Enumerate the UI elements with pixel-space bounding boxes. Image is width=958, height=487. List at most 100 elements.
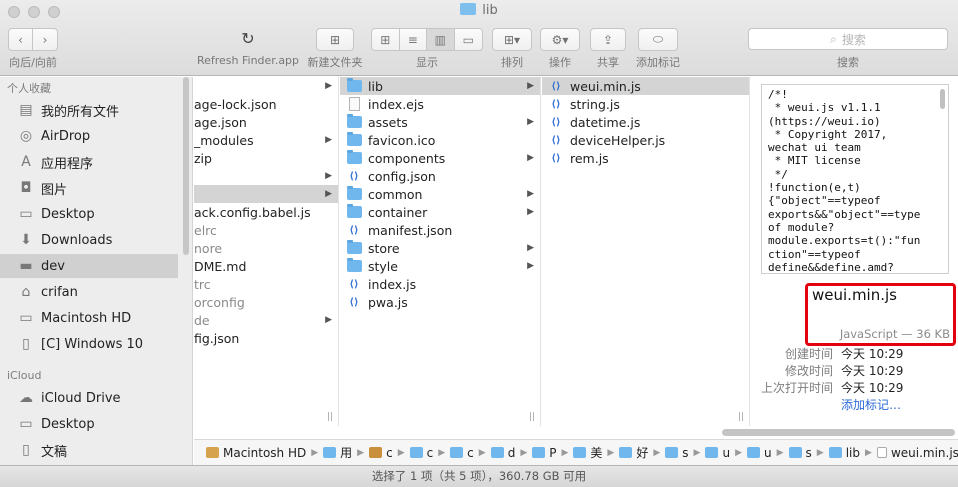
file-row[interactable]: ⟨⟩ weui.min.js [542,77,749,95]
path-segment[interactable]: 好 [619,444,648,461]
path-segment[interactable]: s [788,446,812,460]
file-row[interactable]: style ▶ [340,257,540,275]
share-label: 共享 [597,56,619,69]
file-row[interactable]: orconfig [194,293,338,311]
path-segment[interactable]: P [532,446,556,460]
sidebar-item[interactable]: ▭ Macintosh HD [0,306,178,330]
gallery-view-button[interactable]: ▭ [455,29,482,50]
file-row[interactable]: ⟨⟩ manifest.json [340,221,540,239]
list-view-button[interactable]: ≡ [400,29,427,50]
path-segment[interactable]: 用 [323,444,352,461]
chevron-right-icon: ▶ [325,171,332,181]
file-row[interactable]: index.ejs [340,95,540,113]
sidebar-item[interactable]: A 应用程序 [0,150,178,174]
sidebar-item[interactable]: ▯ [C] Windows 10 [0,332,178,356]
code-text: /*! * weui.js v1.1.1 (https://weui.io) *… [768,88,921,274]
refresh-finder-button[interactable]: ↻ [236,27,260,50]
path-segment[interactable]: u [747,446,772,460]
column-resize-handle[interactable]: || [529,412,535,422]
file-row[interactable]: age-lock.json [194,95,338,113]
action-button[interactable]: ⚙▾ [540,28,580,51]
document-icon: ▯ [22,336,30,352]
file-row[interactable]: favicon.ico [340,131,540,149]
path-segment[interactable]: c [409,446,433,460]
icloud-header: iCloud [7,369,42,382]
icon-view-button[interactable]: ⊞ [372,29,400,50]
sidebar-item[interactable]: ▤ 我的所有文件 [0,98,178,122]
file-row[interactable]: container ▶ [340,203,540,221]
chevron-left-icon: ‹ [18,32,23,47]
sidebar-item[interactable]: ▯ 文稿 [0,438,178,462]
window-title: lib [0,3,958,18]
path-segment[interactable]: c [450,446,474,460]
sidebar-item[interactable]: ◘ 图片 [0,176,178,200]
file-row[interactable]: ▶ [194,185,338,203]
horizontal-scrollbar[interactable] [722,429,955,436]
arrange-label: 排列 [501,56,523,69]
sidebar-item[interactable]: ▭ Desktop [0,412,178,436]
path-segment[interactable]: lib [828,446,860,460]
chevron-right-icon: ▶ [527,117,534,127]
file-row[interactable]: ⟨⟩ string.js [542,95,749,113]
back-button[interactable]: ‹ [9,29,34,50]
tags-button[interactable]: ⬭ [638,28,678,51]
file-row[interactable]: ⟨⟩ pwa.js [340,293,540,311]
file-row[interactable]: DME.md [194,257,338,275]
sidebar-item-label: 我的所有文件 [41,104,120,120]
sidebar-item[interactable]: ⬇ Downloads [0,228,178,252]
forward-button[interactable]: › [33,29,57,50]
file-row[interactable]: ack.config.babel.js [194,203,338,221]
column-resize-handle[interactable]: || [738,412,744,422]
search-input[interactable]: ⌕ 搜索 [748,28,948,50]
desktop-icon: ▭ [19,416,33,432]
folder-icon: ▬ [19,258,33,274]
path-segment[interactable]: 美 [573,444,602,461]
file-row[interactable]: ⟨⟩ config.json [340,167,540,185]
path-segment[interactable]: u [705,446,730,460]
file-row[interactable]: ⟨⟩ rem.js [542,149,749,167]
column-view-button[interactable]: ▥ [427,29,455,50]
sidebar-item[interactable]: ⌂ crifan [0,280,178,304]
file-row[interactable]: ⟨⟩ index.js [340,275,540,293]
file-row[interactable]: assets ▶ [340,113,540,131]
code-scrollbar[interactable] [940,89,945,109]
sidebar-item[interactable]: ◎ AirDrop [0,124,178,148]
file-row[interactable]: ⟨⟩ datetime.js [542,113,749,131]
add-tags-link[interactable]: 添加标记… [841,396,901,413]
sidebar-item-label: Desktop [41,206,95,222]
file-row[interactable]: store ▶ [340,239,540,257]
file-row[interactable]: zip [194,149,338,167]
sidebar-scrollbar[interactable] [183,77,189,255]
file-row[interactable]: age.json [194,113,338,131]
path-segment[interactable]: weui.min.js [876,446,958,460]
column-resize-handle[interactable]: || [327,412,333,422]
sidebar-item[interactable]: ☁ iCloud Drive [0,386,178,410]
new-folder-button[interactable]: ⊞ [316,28,354,51]
path-segment[interactable]: c [369,446,393,460]
file-row[interactable]: fig.json [194,329,338,347]
file-row[interactable]: ▶ [194,167,338,185]
code-preview[interactable]: /*! * weui.js v1.1.1 (https://weui.io) *… [761,84,949,274]
javascript-file-icon: ⟨⟩ [551,80,561,92]
file-row[interactable]: elrc [194,221,338,239]
file-row[interactable]: lib ▶ [340,77,540,95]
javascript-file-icon: ⟨⟩ [551,98,561,110]
file-row[interactable]: de ▶ [194,311,338,329]
file-row[interactable]: nore [194,239,338,257]
downloads-icon: ⬇ [20,232,32,248]
file-row[interactable]: _modules ▶ [194,131,338,149]
path-segment[interactable]: d [490,446,515,460]
metadata-label: 上次打开时间 [760,381,833,395]
file-row[interactable]: trc [194,275,338,293]
sidebar-item[interactable]: ▭ Desktop [0,202,178,226]
path-segment[interactable]: Macintosh HD [206,446,306,460]
path-segment[interactable]: s [665,446,689,460]
file-row[interactable]: common ▶ [340,185,540,203]
column-src: lib ▶ index.ejs assets ▶ favicon.ico component… [340,77,541,426]
sidebar-item[interactable]: ▬ dev [0,254,178,278]
file-row[interactable]: ▶ [194,77,338,95]
arrange-button[interactable]: ⊞▾ [492,28,532,51]
share-button[interactable]: ⇪ [590,28,626,51]
file-row[interactable]: components ▶ [340,149,540,167]
file-row[interactable]: ⟨⟩ deviceHelper.js [542,131,749,149]
